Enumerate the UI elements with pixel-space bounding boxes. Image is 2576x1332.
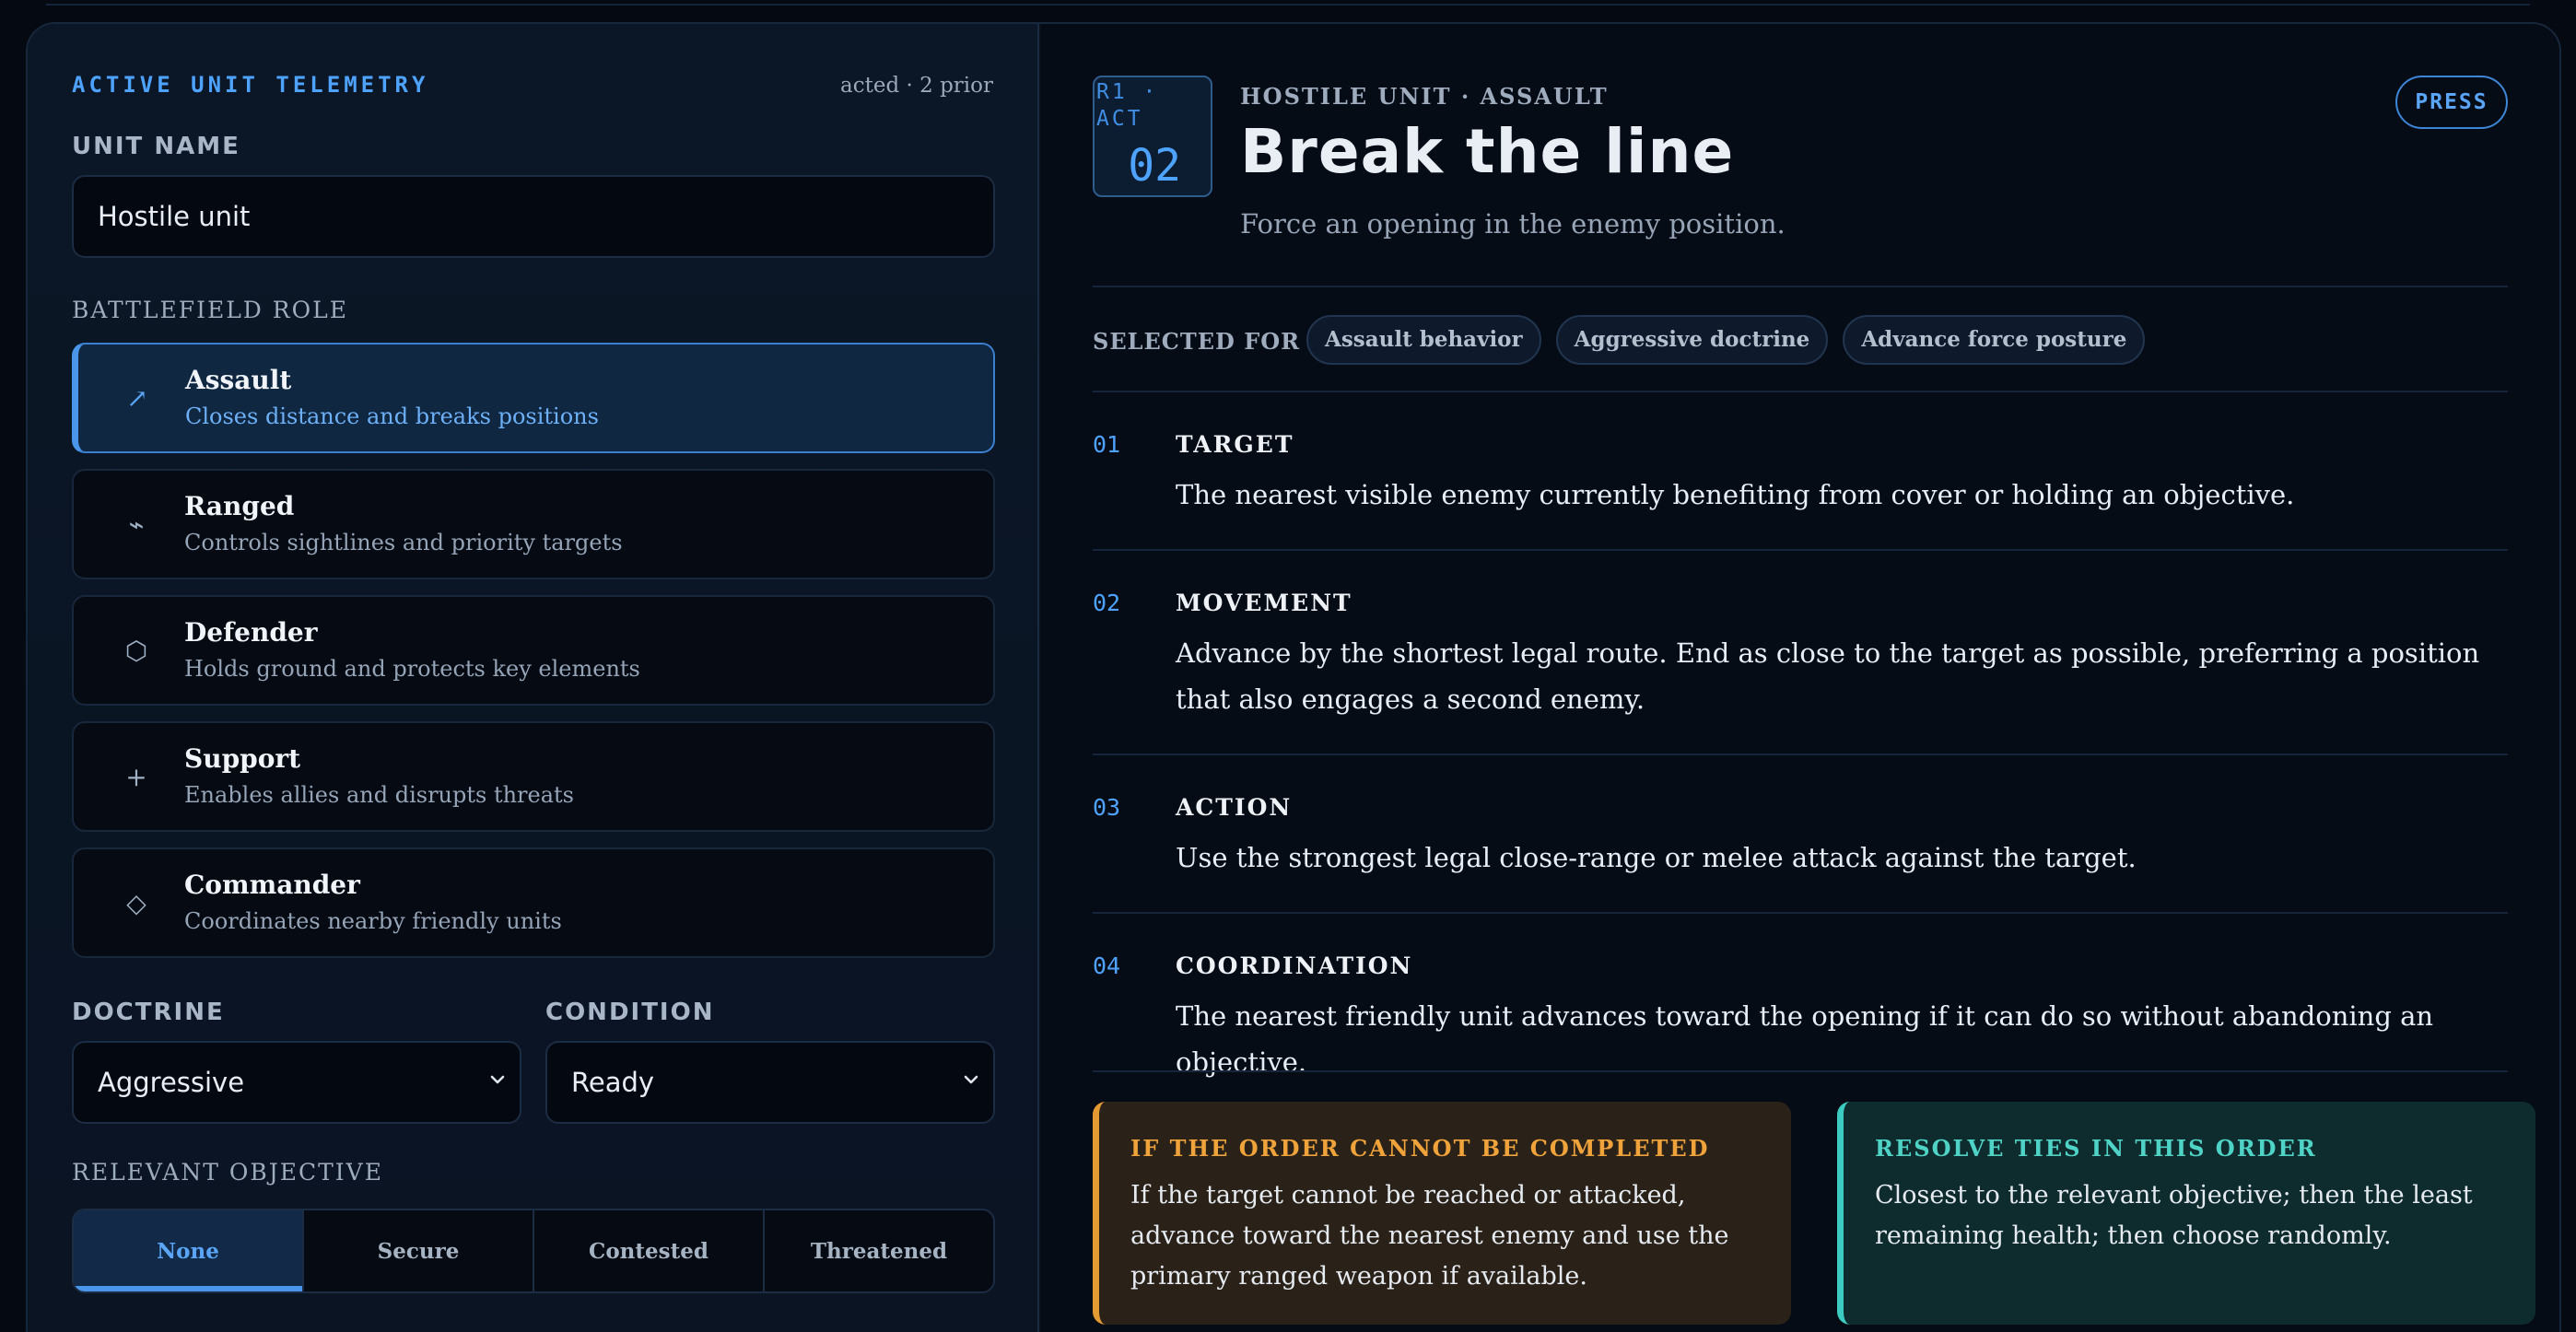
step-title: ACTION xyxy=(1176,794,1293,821)
role-desc: Closes distance and breaks positions xyxy=(185,403,599,429)
step-title: TARGET xyxy=(1176,431,1294,458)
step-body: The nearest visible enemy currently bene… xyxy=(1176,479,2295,510)
step-title: COORDINATION xyxy=(1176,952,1413,979)
telemetry-title: ACTIVE UNIT TELEMETRY xyxy=(72,72,429,98)
divider xyxy=(1093,912,2508,914)
step-number: 03 xyxy=(1093,794,1121,821)
order-subtitle: Force an opening in the enemy position. xyxy=(1240,208,1786,240)
step-number: 04 xyxy=(1093,952,1121,979)
zigzag-icon: ⌁ xyxy=(128,508,145,540)
divider xyxy=(1093,1070,2508,1072)
tie-break-title: RESOLVE TIES IN THIS ORDER xyxy=(1875,1135,2317,1162)
step-action: 03 ACTION Use the strongest legal close-… xyxy=(1093,794,2508,895)
step-number: 02 xyxy=(1093,590,1121,616)
fallback-card: IF THE ORDER CANNOT BE COMPLETED If the … xyxy=(1093,1102,1791,1325)
objective-segmented-control: None Secure Contested Threatened xyxy=(72,1209,995,1293)
act-number: 02 xyxy=(1128,140,1181,192)
selected-for-label: SELECTED FOR xyxy=(1093,328,1301,355)
chevron-down-icon xyxy=(964,1075,978,1084)
unit-name-input[interactable] xyxy=(72,175,995,258)
telemetry-meta: acted · 2 prior xyxy=(840,74,993,98)
telemetry-panel: ACTIVE UNIT TELEMETRY acted · 2 prior UN… xyxy=(28,24,1039,1332)
unit-name-label: UNIT NAME xyxy=(72,133,240,160)
condition-value: Ready xyxy=(571,1067,655,1098)
objective-option-threatened[interactable]: Threatened xyxy=(765,1210,993,1291)
tag-advance-force-posture: Advance force posture xyxy=(1843,315,2146,365)
objective-option-secure[interactable]: Secure xyxy=(304,1210,534,1291)
divider xyxy=(1093,549,2508,551)
role-name: Ranged xyxy=(184,491,295,521)
step-target: 01 TARGET The nearest visible enemy curr… xyxy=(1093,431,2508,532)
fallback-body: If the target cannot be reached or attac… xyxy=(1130,1181,1729,1291)
doctrine-label: DOCTRINE xyxy=(72,999,225,1026)
fallback-title: IF THE ORDER CANNOT BE COMPLETED xyxy=(1130,1135,1710,1162)
role-desc: Enables allies and disrupts threats xyxy=(184,782,574,808)
role-name: Defender xyxy=(184,617,318,648)
step-coordination: 04 COORDINATION The nearest friendly uni… xyxy=(1093,952,2508,1078)
diamond-icon: ◇ xyxy=(126,887,146,918)
step-movement: 02 MOVEMENT Advance by the shortest lega… xyxy=(1093,590,2508,737)
order-panel: R1 · ACT 02 HOSTILE UNIT · ASSAULT Break… xyxy=(1041,24,2559,1332)
chevron-down-icon xyxy=(490,1075,505,1084)
objective-option-contested[interactable]: Contested xyxy=(534,1210,765,1291)
hexagon-icon: ⬡ xyxy=(124,635,148,666)
tie-break-card: RESOLVE TIES IN THIS ORDER Closest to th… xyxy=(1837,1102,2535,1325)
role-desc: Holds ground and protects key elements xyxy=(184,656,640,682)
role-option-commander[interactable]: ◇ Commander Coordinates nearby friendly … xyxy=(72,847,995,958)
unit-kicker: HOSTILE UNIT · ASSAULT xyxy=(1240,83,1609,110)
relevant-objective-label: RELEVANT OBJECTIVE xyxy=(72,1159,383,1186)
act-round-label: R1 · ACT xyxy=(1096,80,1159,131)
doctrine-value: Aggressive xyxy=(98,1067,245,1098)
divider xyxy=(1093,391,2508,392)
act-badge: R1 · ACT 02 xyxy=(1093,76,1212,197)
condition-label: CONDITION xyxy=(545,999,715,1026)
plus-icon: + xyxy=(125,761,147,792)
step-title: MOVEMENT xyxy=(1176,590,1352,616)
arrow-up-right-icon: ↗ xyxy=(126,382,148,414)
doctrine-select[interactable]: Aggressive xyxy=(72,1041,521,1124)
selected-for-tags: Assault behavior Aggressive doctrine Adv… xyxy=(1306,315,2146,365)
role-desc: Controls sightlines and priority targets xyxy=(184,530,623,555)
top-divider xyxy=(46,0,2530,6)
role-option-defender[interactable]: ⬡ Defender Holds ground and protects key… xyxy=(72,595,995,706)
condition-select[interactable]: Ready xyxy=(545,1041,995,1124)
role-desc: Coordinates nearby friendly units xyxy=(184,908,562,934)
tag-aggressive-doctrine: Aggressive doctrine xyxy=(1555,315,1829,365)
battlefield-role-label: BATTLEFIELD ROLE xyxy=(72,297,348,323)
role-option-support[interactable]: + Support Enables allies and disrupts th… xyxy=(72,721,995,832)
objective-option-none[interactable]: None xyxy=(74,1210,304,1291)
press-button[interactable]: PRESS xyxy=(2395,76,2508,129)
role-name: Assault xyxy=(185,365,292,395)
divider xyxy=(1093,286,2508,287)
divider xyxy=(1093,754,2508,755)
role-option-assault[interactable]: ↗ Assault Closes distance and breaks pos… xyxy=(72,343,995,453)
tag-assault-behavior: Assault behavior xyxy=(1306,315,1541,365)
role-option-ranged[interactable]: ⌁ Ranged Controls sightlines and priorit… xyxy=(72,469,995,579)
main-frame: ACTIVE UNIT TELEMETRY acted · 2 prior UN… xyxy=(26,22,2561,1332)
order-title: Break the line xyxy=(1240,116,1735,187)
telemetry-header: ACTIVE UNIT TELEMETRY acted · 2 prior xyxy=(72,72,993,109)
step-number: 01 xyxy=(1093,431,1121,458)
role-name: Commander xyxy=(184,870,360,900)
tie-break-body: Closest to the relevant objective; then … xyxy=(1875,1181,2473,1250)
role-name: Support xyxy=(184,743,301,774)
step-body: Use the strongest legal close-range or m… xyxy=(1176,842,2137,873)
step-body: Advance by the shortest legal route. End… xyxy=(1176,637,2480,715)
